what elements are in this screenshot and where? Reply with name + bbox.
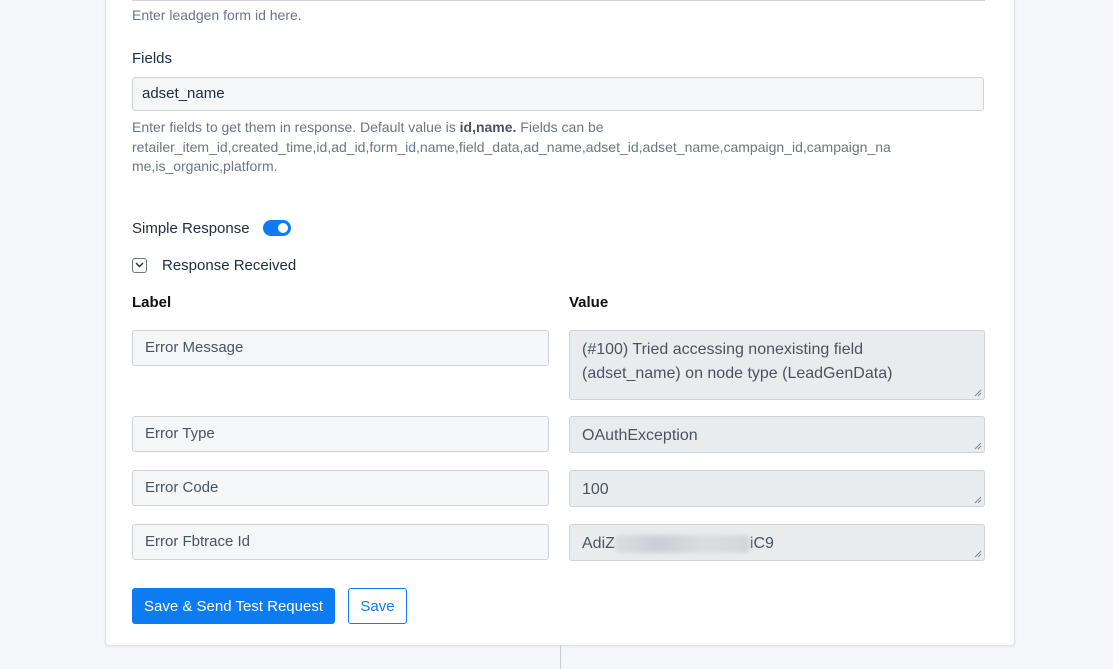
- resize-handle-icon[interactable]: [974, 496, 982, 504]
- label-column-header: Label: [132, 294, 172, 311]
- value-line: (#100) Tried accessing nonexisting field: [582, 341, 864, 358]
- response-label-field[interactable]: Error Type: [132, 416, 549, 452]
- value-column-header: Value: [569, 294, 609, 311]
- value-line: (adset_name) on node type (LeadGenData): [582, 365, 893, 382]
- resize-handle-icon[interactable]: [974, 550, 982, 558]
- simple-response-toggle[interactable]: [262, 220, 291, 236]
- response-value-field[interactable]: AdiZ iC9: [569, 524, 985, 561]
- simple-response-label: Simple Response: [132, 219, 250, 237]
- toggle-knob: [277, 223, 288, 233]
- response-value-field[interactable]: OAuthException: [569, 416, 985, 453]
- chevron-down-icon[interactable]: [132, 257, 147, 273]
- simple-response-row: Simple Response: [132, 217, 291, 239]
- response-label-field[interactable]: Error Fbtrace Id: [132, 524, 549, 560]
- step-connector: [560, 645, 561, 669]
- resize-handle-icon[interactable]: [974, 389, 982, 397]
- response-value-field[interactable]: 100: [569, 470, 985, 507]
- save-button[interactable]: Save: [348, 588, 407, 624]
- response-received-label: Response Received: [162, 256, 297, 274]
- fields-input[interactable]: adset_name: [132, 77, 984, 111]
- value-line: OAuthException: [582, 427, 698, 444]
- value-line: 100: [582, 481, 609, 498]
- form-id-help: Enter leadgen form id here.: [132, 7, 302, 23]
- response-label-field[interactable]: Error Code: [132, 470, 549, 506]
- response-received-toggle[interactable]: Response Received: [132, 255, 296, 275]
- save-and-send-test-request-button[interactable]: Save & Send Test Request: [132, 588, 335, 624]
- fields-label: Fields: [132, 50, 173, 67]
- value-line: AdiZ iC9: [582, 534, 774, 553]
- fields-help: Enter fields to get them in response. De…: [132, 118, 992, 177]
- response-value-field[interactable]: (#100) Tried accessing nonexisting field…: [569, 330, 985, 400]
- fields-help-line3: me,is_organic,platform.: [132, 158, 278, 174]
- fields-help-line2: retailer_item_id,created_time,id,ad_id,f…: [132, 138, 891, 155]
- resize-handle-icon[interactable]: [974, 442, 982, 450]
- form-id-input-bottom-edge[interactable]: [132, 0, 985, 1]
- response-label-field[interactable]: Error Message: [132, 330, 549, 366]
- redacted-value: [614, 534, 750, 553]
- fields-help-line1: Enter fields to get them in response. De…: [132, 119, 604, 135]
